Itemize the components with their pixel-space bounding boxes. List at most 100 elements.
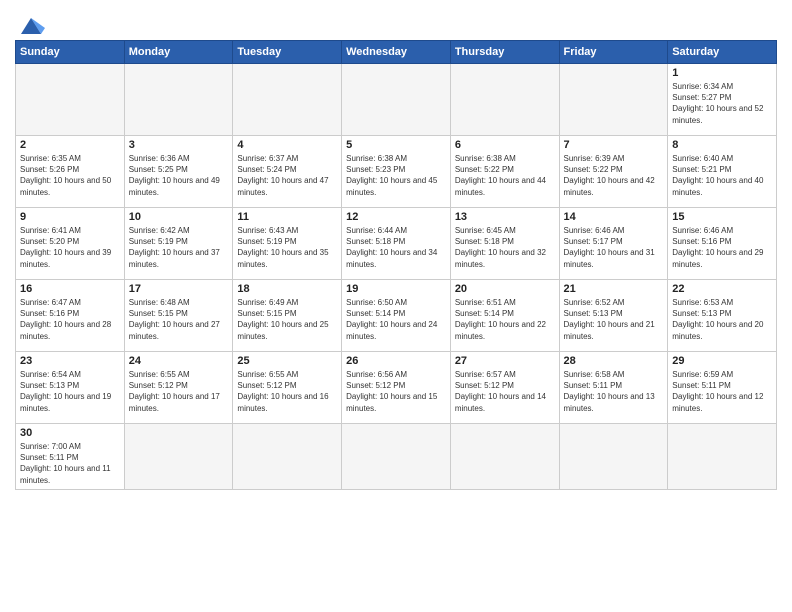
weekday-tuesday: Tuesday — [233, 41, 342, 64]
day-info: Sunrise: 6:39 AM Sunset: 5:22 PM Dayligh… — [564, 153, 664, 198]
weekday-saturday: Saturday — [668, 41, 777, 64]
week-row-5: 30Sunrise: 7:00 AM Sunset: 5:11 PM Dayli… — [16, 424, 777, 490]
calendar-cell — [450, 424, 559, 490]
calendar-cell — [342, 64, 451, 136]
calendar-cell: 1 Sunrise: 6:34 AM Sunset: 5:27 PM Daylig… — [668, 64, 777, 136]
day-info: Sunrise: 6:50 AM Sunset: 5:14 PM Dayligh… — [346, 297, 446, 342]
day-number: 20 — [455, 283, 555, 295]
day-info: Sunrise: 6:46 AM Sunset: 5:17 PM Dayligh… — [564, 225, 664, 270]
day-info: Sunrise: 6:36 AM Sunset: 5:25 PM Dayligh… — [129, 153, 229, 198]
day-number: 30 — [20, 427, 120, 439]
day-number: 10 — [129, 211, 229, 223]
calendar-cell: 10 Sunrise: 6:42 AM Sunset: 5:19 PM Dayli… — [124, 208, 233, 280]
day-info: Sunrise: 6:51 AM Sunset: 5:14 PM Dayligh… — [455, 297, 555, 342]
weekday-sunday: Sunday — [16, 41, 125, 64]
calendar-cell: 18 Sunrise: 6:49 AM Sunset: 5:15 PM Dayli… — [233, 280, 342, 352]
calendar-cell: 27Sunrise: 6:57 AM Sunset: 5:12 PM Dayli… — [450, 352, 559, 424]
calendar-cell: 24 Sunrise: 6:55 AM Sunset: 5:12 PM Dayli… — [124, 352, 233, 424]
logo — [15, 14, 45, 34]
calendar-cell — [124, 424, 233, 490]
day-info: Sunrise: 6:40 AM Sunset: 5:21 PM Dayligh… — [672, 153, 772, 198]
calendar-cell: 22Sunrise: 6:53 AM Sunset: 5:13 PM Dayli… — [668, 280, 777, 352]
day-info: Sunrise: 6:55 AM Sunset: 5:12 PM Dayligh… — [237, 369, 337, 414]
calendar-cell: 29Sunrise: 6:59 AM Sunset: 5:11 PM Dayli… — [668, 352, 777, 424]
day-info: Sunrise: 6:44 AM Sunset: 5:18 PM Dayligh… — [346, 225, 446, 270]
day-number: 2 — [20, 139, 120, 151]
day-number: 13 — [455, 211, 555, 223]
calendar-table: SundayMondayTuesdayWednesdayThursdayFrid… — [15, 40, 777, 490]
calendar-cell: 11Sunrise: 6:43 AM Sunset: 5:19 PM Dayli… — [233, 208, 342, 280]
calendar-cell: 23 Sunrise: 6:54 AM Sunset: 5:13 PM Dayli… — [16, 352, 125, 424]
day-info: Sunrise: 6:38 AM Sunset: 5:23 PM Dayligh… — [346, 153, 446, 198]
calendar-cell — [16, 64, 125, 136]
day-info: Sunrise: 6:48 AM Sunset: 5:15 PM Dayligh… — [129, 297, 229, 342]
day-info: Sunrise: 6:59 AM Sunset: 5:11 PM Dayligh… — [672, 369, 772, 414]
day-number: 23 — [20, 355, 120, 367]
calendar-cell: 5 Sunrise: 6:38 AM Sunset: 5:23 PM Daylig… — [342, 136, 451, 208]
day-info: Sunrise: 6:35 AM Sunset: 5:26 PM Dayligh… — [20, 153, 120, 198]
day-number: 26 — [346, 355, 446, 367]
weekday-wednesday: Wednesday — [342, 41, 451, 64]
weekday-friday: Friday — [559, 41, 668, 64]
calendar-cell: 6Sunrise: 6:38 AM Sunset: 5:22 PM Daylig… — [450, 136, 559, 208]
day-info: Sunrise: 6:52 AM Sunset: 5:13 PM Dayligh… — [564, 297, 664, 342]
day-number: 15 — [672, 211, 772, 223]
day-number: 25 — [237, 355, 337, 367]
day-number: 18 — [237, 283, 337, 295]
calendar-cell: 16 Sunrise: 6:47 AM Sunset: 5:16 PM Dayli… — [16, 280, 125, 352]
calendar-cell: 14 Sunrise: 6:46 AM Sunset: 5:17 PM Dayli… — [559, 208, 668, 280]
day-number: 27 — [455, 355, 555, 367]
week-row-1: 2 Sunrise: 6:35 AM Sunset: 5:26 PM Daylig… — [16, 136, 777, 208]
day-info: Sunrise: 6:41 AM Sunset: 5:20 PM Dayligh… — [20, 225, 120, 270]
calendar-cell: 26Sunrise: 6:56 AM Sunset: 5:12 PM Dayli… — [342, 352, 451, 424]
day-number: 9 — [20, 211, 120, 223]
calendar-cell — [559, 64, 668, 136]
header — [15, 10, 777, 34]
day-info: Sunrise: 6:46 AM Sunset: 5:16 PM Dayligh… — [672, 225, 772, 270]
calendar-cell: 2 Sunrise: 6:35 AM Sunset: 5:26 PM Daylig… — [16, 136, 125, 208]
calendar-cell: 8 Sunrise: 6:40 AM Sunset: 5:21 PM Daylig… — [668, 136, 777, 208]
day-number: 6 — [455, 139, 555, 151]
day-number: 3 — [129, 139, 229, 151]
calendar-cell — [668, 424, 777, 490]
day-info: Sunrise: 6:47 AM Sunset: 5:16 PM Dayligh… — [20, 297, 120, 342]
day-info: Sunrise: 6:58 AM Sunset: 5:11 PM Dayligh… — [564, 369, 664, 414]
day-number: 8 — [672, 139, 772, 151]
calendar-cell — [233, 64, 342, 136]
weekday-header-row: SundayMondayTuesdayWednesdayThursdayFrid… — [16, 41, 777, 64]
calendar-cell: 20 Sunrise: 6:51 AM Sunset: 5:14 PM Dayli… — [450, 280, 559, 352]
page: SundayMondayTuesdayWednesdayThursdayFrid… — [0, 0, 792, 612]
calendar-cell: 13 Sunrise: 6:45 AM Sunset: 5:18 PM Dayli… — [450, 208, 559, 280]
calendar-cell: 30Sunrise: 7:00 AM Sunset: 5:11 PM Dayli… — [16, 424, 125, 490]
calendar-cell: 28 Sunrise: 6:58 AM Sunset: 5:11 PM Dayli… — [559, 352, 668, 424]
day-info: Sunrise: 6:55 AM Sunset: 5:12 PM Dayligh… — [129, 369, 229, 414]
day-number: 16 — [20, 283, 120, 295]
day-info: Sunrise: 6:45 AM Sunset: 5:18 PM Dayligh… — [455, 225, 555, 270]
logo-icon — [17, 14, 45, 38]
calendar-cell — [342, 424, 451, 490]
day-number: 19 — [346, 283, 446, 295]
week-row-3: 16 Sunrise: 6:47 AM Sunset: 5:16 PM Dayli… — [16, 280, 777, 352]
calendar-cell: 17Sunrise: 6:48 AM Sunset: 5:15 PM Dayli… — [124, 280, 233, 352]
day-number: 11 — [237, 211, 337, 223]
day-number: 5 — [346, 139, 446, 151]
day-number: 24 — [129, 355, 229, 367]
day-number: 28 — [564, 355, 664, 367]
calendar-cell: 7 Sunrise: 6:39 AM Sunset: 5:22 PM Daylig… — [559, 136, 668, 208]
day-info: Sunrise: 6:54 AM Sunset: 5:13 PM Dayligh… — [20, 369, 120, 414]
calendar-cell: 19 Sunrise: 6:50 AM Sunset: 5:14 PM Dayli… — [342, 280, 451, 352]
day-number: 14 — [564, 211, 664, 223]
calendar-cell — [233, 424, 342, 490]
calendar-cell: 3 Sunrise: 6:36 AM Sunset: 5:25 PM Daylig… — [124, 136, 233, 208]
day-number: 7 — [564, 139, 664, 151]
day-number: 1 — [672, 67, 772, 79]
day-number: 4 — [237, 139, 337, 151]
day-info: Sunrise: 6:34 AM Sunset: 5:27 PM Dayligh… — [672, 81, 772, 126]
calendar-cell: 4Sunrise: 6:37 AM Sunset: 5:24 PM Daylig… — [233, 136, 342, 208]
calendar-cell — [450, 64, 559, 136]
calendar-cell: 25 Sunrise: 6:55 AM Sunset: 5:12 PM Dayli… — [233, 352, 342, 424]
day-info: Sunrise: 6:49 AM Sunset: 5:15 PM Dayligh… — [237, 297, 337, 342]
week-row-4: 23 Sunrise: 6:54 AM Sunset: 5:13 PM Dayli… — [16, 352, 777, 424]
calendar-cell: 9 Sunrise: 6:41 AM Sunset: 5:20 PM Daylig… — [16, 208, 125, 280]
day-info: Sunrise: 6:42 AM Sunset: 5:19 PM Dayligh… — [129, 225, 229, 270]
